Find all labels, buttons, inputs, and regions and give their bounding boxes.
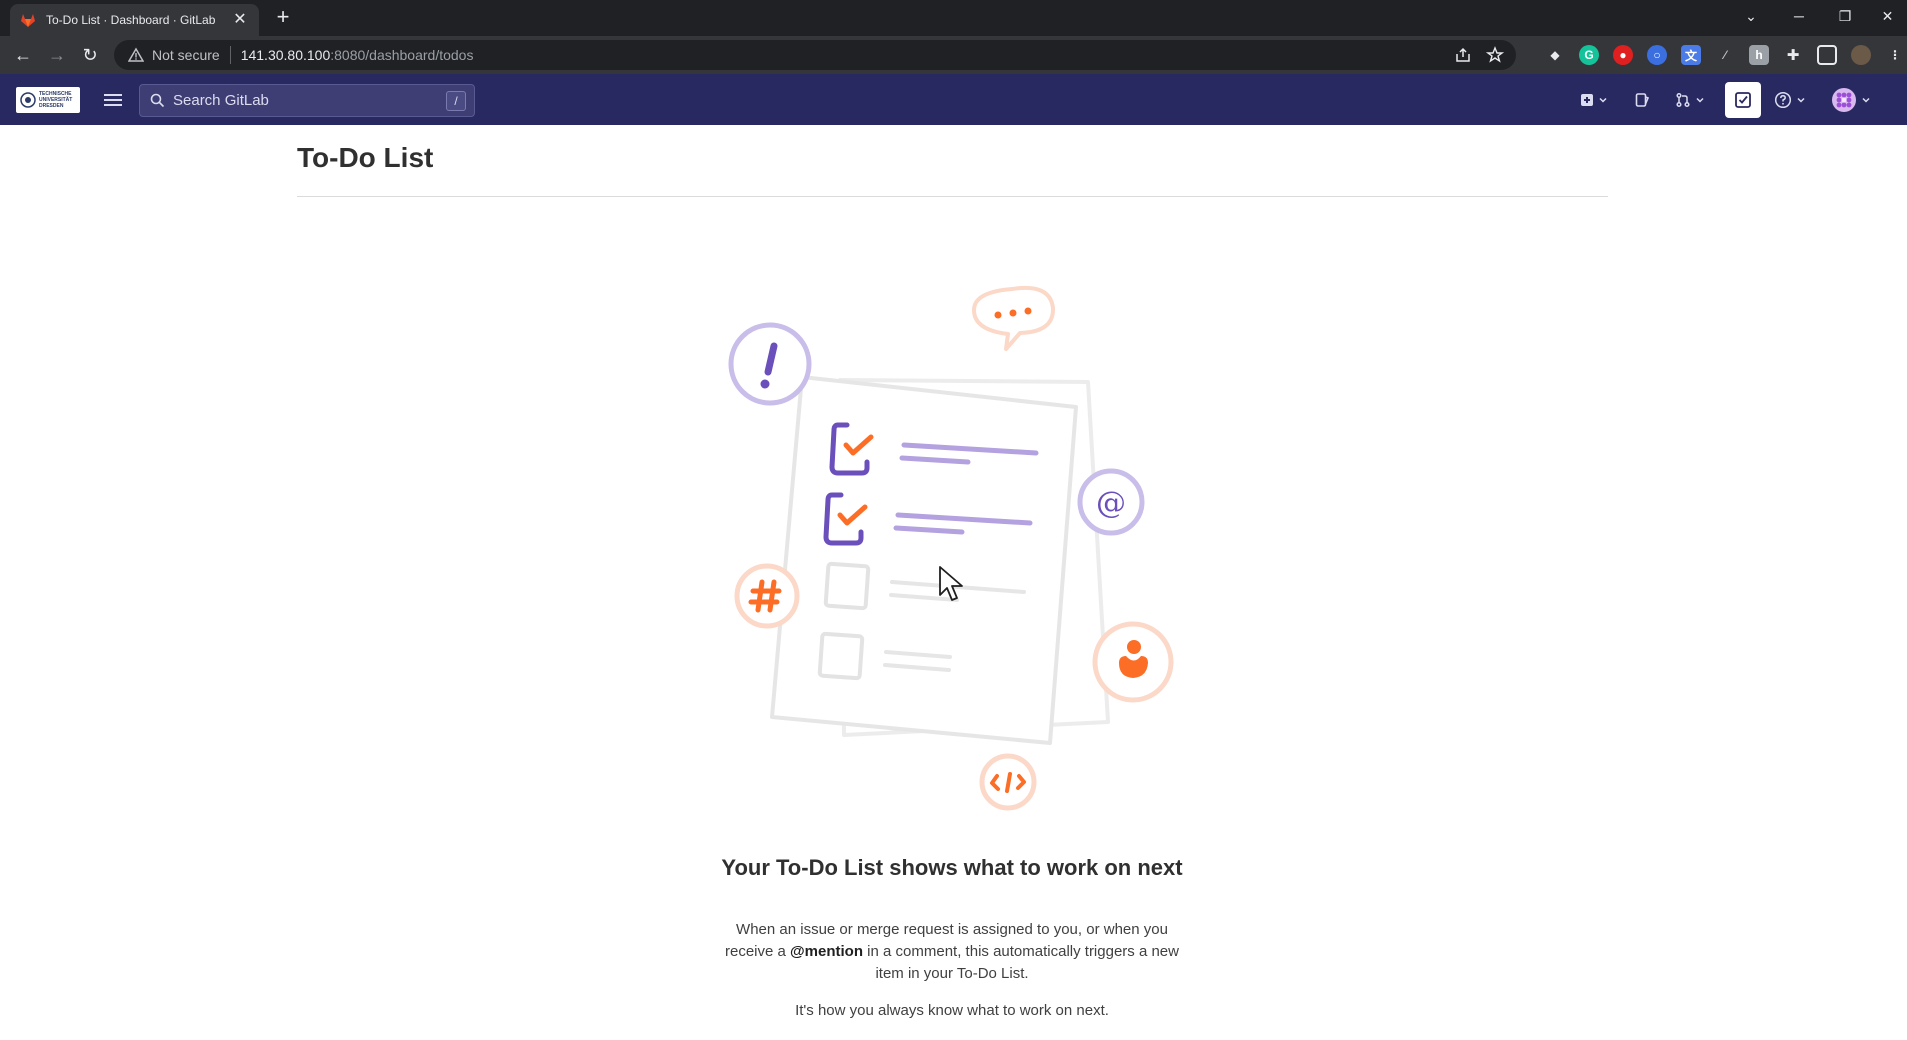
restore-icon[interactable]: ❐ xyxy=(1822,0,1868,32)
title-divider xyxy=(297,196,1608,197)
todo-check-icon xyxy=(1735,92,1751,108)
grammarly-icon[interactable]: G xyxy=(1579,45,1599,65)
logo-seal-icon xyxy=(20,92,36,108)
browser-toolbar: ← → ↻ Not secure 141.30.80.100 :8080/das… xyxy=(0,36,1907,74)
search-shortcut-key: / xyxy=(446,90,466,111)
help-icon xyxy=(1774,91,1792,109)
todo-list-button[interactable] xyxy=(1725,82,1761,118)
warning-icon xyxy=(128,47,144,62)
close-window-icon[interactable]: ✕ xyxy=(1868,0,1907,32)
extension-dark-icon[interactable]: ◆ xyxy=(1545,45,1565,65)
tab-search-icon[interactable]: ⌄ xyxy=(1728,0,1774,32)
issues-button[interactable] xyxy=(1630,86,1654,114)
empty-state-heading: Your To-Do List shows what to work on ne… xyxy=(721,855,1183,880)
reload-icon[interactable]: ↻ xyxy=(75,40,105,70)
bookmark-star-icon[interactable] xyxy=(1486,46,1504,64)
create-new-dropdown[interactable] xyxy=(1576,86,1612,114)
todo-empty-state-illustration: @ xyxy=(728,285,1174,811)
url-host: 141.30.80.100 xyxy=(240,47,331,63)
profile-avatar[interactable] xyxy=(1851,45,1871,65)
side-panel-icon[interactable] xyxy=(1817,45,1837,65)
mention-text: @mention xyxy=(790,943,864,960)
plus-square-icon xyxy=(1581,94,1593,106)
puzzle-extensions-icon[interactable]: ✚ xyxy=(1783,45,1803,65)
svg-text:@: @ xyxy=(1096,486,1126,521)
address-bar[interactable]: Not secure 141.30.80.100 :8080/dashboard… xyxy=(114,40,1516,70)
issues-icon xyxy=(1635,93,1650,107)
user-avatar xyxy=(1832,88,1856,112)
gitlab-favicon-icon xyxy=(21,14,35,27)
share-icon[interactable] xyxy=(1454,46,1472,64)
help-dropdown[interactable] xyxy=(1771,86,1809,114)
menu-hamburger-icon[interactable] xyxy=(100,87,126,113)
chevron-down-icon xyxy=(1599,97,1607,103)
page-title: To-Do List xyxy=(297,142,434,173)
url-separator xyxy=(229,46,231,64)
browser-tab[interactable]: To-Do List · Dashboard · GitLab ✕ xyxy=(10,4,259,36)
tu-dresden-logo[interactable]: TECHNISCHE UNIVERSITÄT DRESDEN xyxy=(16,87,80,113)
url-path: :8080/dashboard/todos xyxy=(330,47,474,63)
back-icon[interactable]: ← xyxy=(8,40,38,70)
new-tab-button[interactable]: + xyxy=(270,5,296,31)
empty-state-description: When an issue or merge request is assign… xyxy=(720,919,1184,985)
empty-desc-part-2: in a comment, this automatically trigger… xyxy=(863,943,1179,982)
browser-menu-icon[interactable]: ⋮ xyxy=(1885,45,1905,65)
extension-red-icon[interactable]: ● xyxy=(1613,45,1633,65)
forward-icon[interactable]: → xyxy=(42,40,72,70)
search-input[interactable]: Search GitLab / xyxy=(139,84,475,117)
merge-requests-dropdown[interactable] xyxy=(1672,86,1708,114)
mouse-pointer-icon xyxy=(939,566,963,601)
chevron-down-icon xyxy=(1696,97,1704,103)
feather-icon[interactable]: ⁄ xyxy=(1715,45,1735,65)
chevron-down-icon xyxy=(1797,97,1805,103)
browser-tabstrip: To-Do List · Dashboard · GitLab ✕ + ⌄ ─ … xyxy=(0,0,1907,36)
minimize-icon[interactable]: ─ xyxy=(1776,0,1822,32)
gitlab-top-bar: TECHNISCHE UNIVERSITÄT DRESDEN Search GitL… xyxy=(0,74,1907,125)
tab-title: To-Do List · Dashboard · GitLab xyxy=(46,13,216,27)
extension-gray-icon[interactable]: h xyxy=(1749,45,1769,65)
tab-close-icon[interactable]: ✕ xyxy=(231,11,249,29)
security-label: Not secure xyxy=(152,47,220,63)
user-menu-dropdown[interactable] xyxy=(1828,86,1874,114)
translate-icon[interactable]: 文 xyxy=(1681,45,1701,65)
merge-request-icon xyxy=(1676,92,1690,108)
extension-blue-circle-icon[interactable]: ○ xyxy=(1647,45,1667,65)
search-icon xyxy=(150,93,165,108)
chevron-down-icon xyxy=(1862,97,1870,103)
empty-state-tagline: It's how you always know what to work on… xyxy=(795,1002,1109,1019)
search-placeholder: Search GitLab xyxy=(173,92,269,109)
